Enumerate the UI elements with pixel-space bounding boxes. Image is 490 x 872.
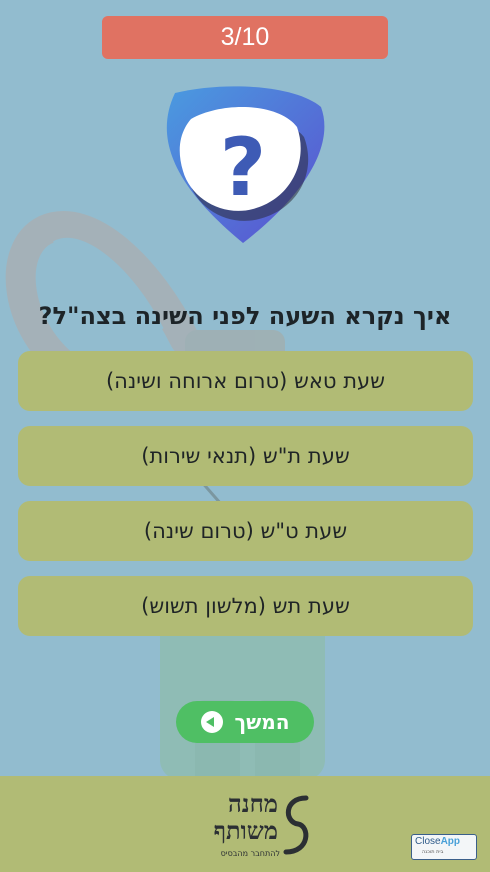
progress-indicator: 3/10 [102, 16, 388, 59]
progress-label: 3/10 [220, 23, 270, 51]
svg-text:?: ? [220, 121, 266, 214]
closeapp-logo: CloseApp בית תוכנה [411, 834, 477, 860]
play-arrow-icon [200, 711, 223, 733]
answer-option-1[interactable]: שעת טאש (טרום ארוחה ושינה) [18, 351, 473, 411]
closeapp-suffix: App [440, 836, 461, 847]
answer-label: שעת ט"ש (טרום שינה) [143, 519, 348, 543]
answer-option-3[interactable]: שעת ט"ש (טרום שינה) [18, 501, 473, 561]
answer-label: שעת תש (מלשון תשוש) [141, 594, 350, 618]
continue-button[interactable]: המשך [176, 701, 314, 743]
answer-option-4[interactable]: שעת תש (מלשון תשוש) [18, 576, 473, 636]
question-text: איך נקרא השעה לפני השינה בצה"ל? [38, 302, 452, 330]
answer-label: שעת טאש (טרום ארוחה ושינה) [105, 369, 386, 393]
closeapp-sub: בית תוכנה [422, 849, 444, 855]
machane-meshutaf-logo: מחנה משותף להתחבר מהבסיס [196, 786, 310, 862]
question-mark-icon: ? [166, 86, 325, 243]
logo-line2: משותף [213, 816, 278, 845]
closeapp-prefix: Close [415, 836, 441, 847]
continue-label: המשך [234, 710, 290, 734]
footer-bar: מחנה משותף להתחבר מהבסיס CloseApp בית תו… [0, 776, 490, 872]
logo-mark-icon [283, 795, 309, 855]
logo-tagline: להתחבר מהבסיס [220, 849, 280, 858]
answer-label: שעת ת"ש (תנאי שירות) [141, 444, 350, 468]
answer-option-2[interactable]: שעת ת"ש (תנאי שירות) [18, 426, 473, 486]
logo-line1: מחנה [227, 789, 278, 818]
